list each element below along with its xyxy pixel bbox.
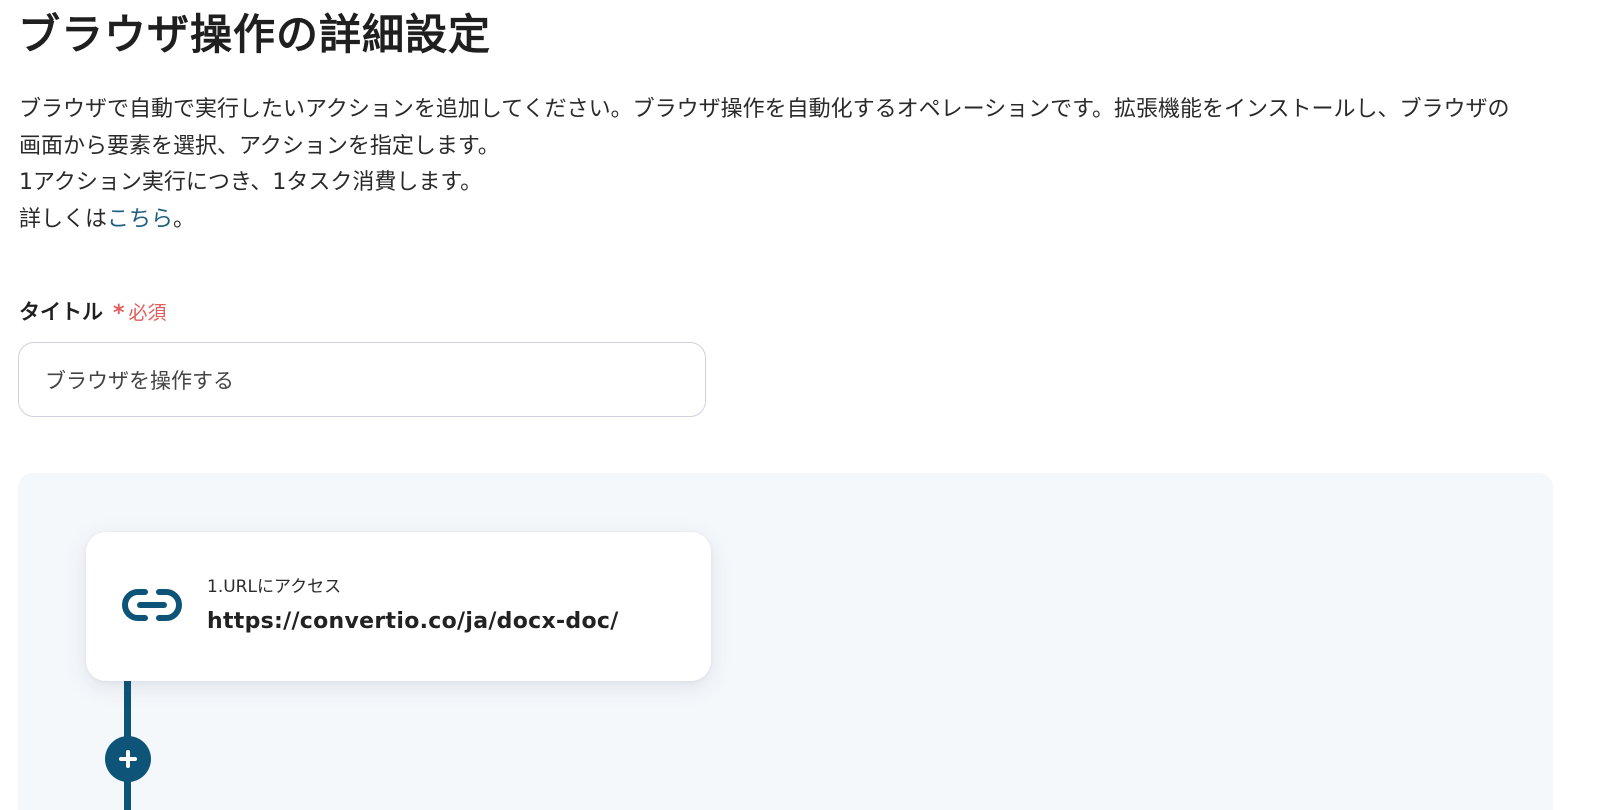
title-label-text: タイトル <box>19 300 103 324</box>
link-icon <box>122 589 182 621</box>
required-asterisk: * <box>113 300 125 326</box>
description-line: 詳しくはこちら。 <box>19 202 1579 239</box>
description: ブラウザで自動で実行したいアクションを追加してください。ブラウザ操作を自動化する… <box>19 92 1579 238</box>
step-url: https://convertio.co/ja/docx-doc/ <box>207 609 619 634</box>
browser-operation-settings-page: ブラウザ操作の詳細設定 ブラウザで自動で実行したいアクションを追加してください。… <box>0 0 1600 810</box>
required-text: 必須 <box>128 301 167 324</box>
page-title: ブラウザ操作の詳細設定 <box>18 10 492 59</box>
plus-icon <box>119 750 137 768</box>
title-field-label: タイトル * 必須 <box>19 296 167 326</box>
add-action-button[interactable] <box>105 736 151 782</box>
description-line: ブラウザで自動で実行したいアクションを追加してください。ブラウザ操作を自動化する… <box>19 97 1510 122</box>
description-line: 画面から要素を選択、アクションを指定します。 <box>19 133 500 159</box>
title-input[interactable] <box>18 342 706 417</box>
step-label: 1.URLにアクセス <box>207 577 342 597</box>
details-link[interactable]: こちら <box>107 207 173 232</box>
description-line: 1アクション実行につき、1タスク消費します。 <box>19 170 483 195</box>
details-prefix: 詳しくは <box>19 206 108 232</box>
action-step-card[interactable]: 1.URLにアクセス https://convertio.co/ja/docx-… <box>86 532 711 681</box>
details-suffix: 。 <box>173 206 196 232</box>
